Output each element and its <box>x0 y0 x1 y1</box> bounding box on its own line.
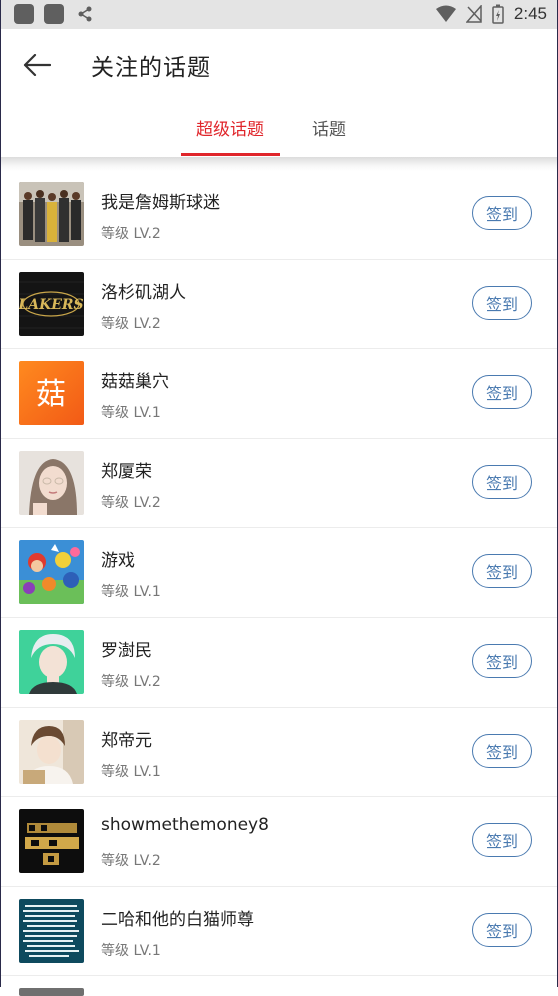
tab-bar: 超级话题 话题 <box>1 101 557 157</box>
topic-level: 等级 LV.2 <box>101 673 161 690</box>
share-icon <box>78 6 92 22</box>
topic-level: 等级 LV.1 <box>101 942 161 959</box>
topic-avatar <box>19 540 84 605</box>
topic-name: 郑厦荣 <box>101 461 152 482</box>
notification-icon <box>44 4 64 24</box>
tab-topics[interactable]: 话题 <box>312 115 346 140</box>
topic-level: 等级 LV.2 <box>101 853 161 870</box>
tab-super-topics[interactable]: 超级话题 <box>196 115 264 140</box>
back-arrow-icon <box>23 54 51 76</box>
battery-icon <box>492 4 504 24</box>
back-button[interactable] <box>19 49 55 81</box>
checkin-button[interactable]: 签到 <box>472 912 532 947</box>
wifi-icon <box>435 5 456 22</box>
topic-level: 等级 LV.1 <box>101 584 161 601</box>
list-item[interactable]: LAKERS 洛杉矶湖人 等级 LV.2 签到 <box>1 260 557 350</box>
checkin-button[interactable]: 签到 <box>472 554 532 589</box>
checkin-button[interactable]: 签到 <box>472 196 532 230</box>
checkin-button[interactable]: 签到 <box>472 464 532 499</box>
topic-level: 等级 LV.1 <box>101 405 161 422</box>
topic-level: 等级 LV.2 <box>101 226 161 242</box>
topic-avatar: LAKERS <box>19 271 84 336</box>
topic-avatar <box>19 629 84 694</box>
status-bar: 2:45 <box>1 0 557 29</box>
app-bar: 关注的话题 <box>1 29 557 101</box>
topic-avatar <box>19 719 84 784</box>
list-item[interactable] <box>1 976 557 996</box>
checkin-button[interactable]: 签到 <box>472 375 532 410</box>
notification-icon <box>14 4 34 24</box>
topic-avatar <box>19 182 84 246</box>
checkin-button[interactable]: 签到 <box>472 823 532 858</box>
list-item[interactable]: showmethemoney8 等级 LV.2 签到 <box>1 797 557 887</box>
list-item[interactable]: 罗澍民 等级 LV.2 签到 <box>1 618 557 708</box>
topic-name: 罗澍民 <box>101 640 152 661</box>
checkin-button[interactable]: 签到 <box>472 733 532 768</box>
checkin-button[interactable]: 签到 <box>472 643 532 678</box>
topic-name: 郑帝元 <box>101 730 152 751</box>
tab-indicator <box>181 153 280 156</box>
list-item[interactable]: 郑帝元 等级 LV.1 签到 <box>1 708 557 798</box>
topic-avatar <box>19 809 84 874</box>
topic-level: 等级 LV.1 <box>101 763 161 780</box>
checkin-button[interactable]: 签到 <box>472 285 532 320</box>
page-title: 关注的话题 <box>91 55 211 81</box>
topic-avatar <box>19 898 84 963</box>
no-signal-icon <box>465 5 482 23</box>
divider <box>1 157 557 171</box>
topic-name: 我是詹姆斯球迷 <box>101 193 220 213</box>
list-item[interactable]: 游戏 等级 LV.1 签到 <box>1 528 557 618</box>
topic-level: 等级 LV.2 <box>101 494 161 511</box>
topic-avatar <box>19 988 84 996</box>
clock: 2:45 <box>513 4 547 23</box>
topic-name: 菇菇巢穴 <box>101 372 169 393</box>
list-item[interactable]: 郑厦荣 等级 LV.2 签到 <box>1 439 557 529</box>
topic-level: 等级 LV.2 <box>101 315 161 332</box>
topic-avatar <box>19 450 84 515</box>
topic-list: 我是詹姆斯球迷 等级 LV.2 签到 LAKERS 洛杉矶湖人 等级 LV.2 … <box>1 170 557 996</box>
svg-text:LAKERS: LAKERS <box>19 297 84 313</box>
list-item[interactable]: 我是詹姆斯球迷 等级 LV.2 签到 <box>1 170 557 260</box>
list-item[interactable]: 菇 菇菇巢穴 等级 LV.1 签到 <box>1 349 557 439</box>
mushroom-glyph: 菇 <box>36 377 66 412</box>
topic-name: 游戏 <box>101 551 135 572</box>
topic-name: 洛杉矶湖人 <box>101 282 186 303</box>
topic-avatar: 菇 <box>19 361 84 426</box>
topic-name: showmethemoney8 <box>101 815 269 836</box>
topic-name: 二哈和他的白猫师尊 <box>101 909 254 930</box>
list-item[interactable]: 二哈和他的白猫师尊 等级 LV.1 签到 <box>1 887 557 977</box>
